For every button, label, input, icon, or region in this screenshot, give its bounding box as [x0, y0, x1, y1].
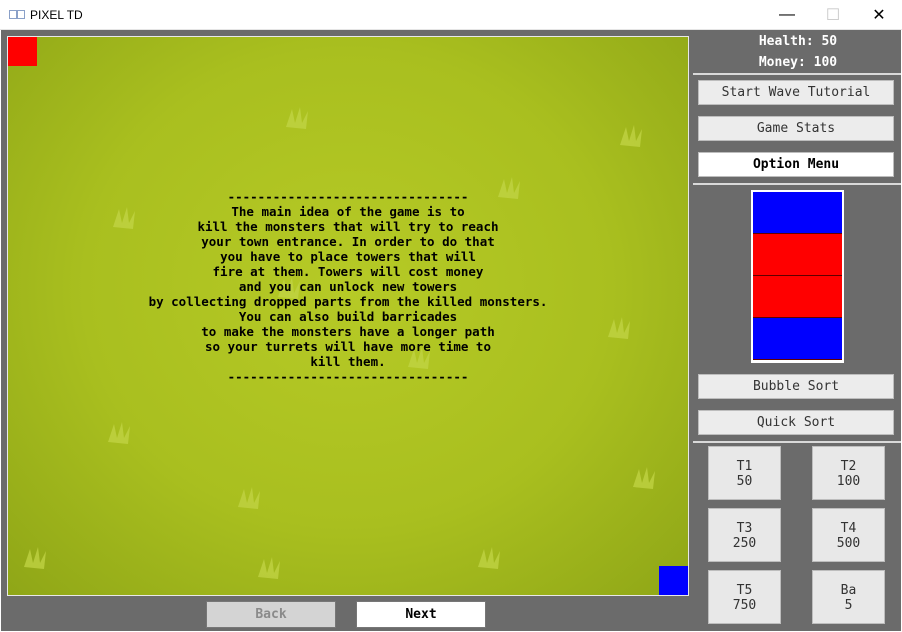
tower-cost: 250: [732, 536, 757, 551]
sort-bar: [753, 234, 842, 276]
tower-name: T5: [736, 583, 753, 598]
minimize-icon: —: [779, 6, 795, 23]
tower-name: T1: [736, 459, 753, 474]
sidebar-divider: [693, 441, 901, 443]
tower-cost: 500: [836, 536, 861, 551]
tower-cost: 50: [736, 474, 753, 489]
tower-t3-button[interactable]: T3 250: [708, 508, 781, 562]
health-label: Health: 50: [758, 34, 838, 49]
barricade-button[interactable]: Ba 5: [812, 570, 885, 624]
tutorial-line: --------------------------------: [227, 369, 469, 384]
tower-cost: 750: [732, 598, 757, 613]
money-label: Money: 100: [758, 55, 838, 70]
bubble-sort-button[interactable]: Bubble Sort: [698, 374, 894, 399]
maximize-button[interactable]: ☐: [810, 0, 856, 30]
next-button[interactable]: Next: [356, 601, 486, 628]
tutorial-line: You can also build barricades: [238, 309, 458, 324]
sidebar-divider: [693, 73, 901, 75]
tutorial-line: you have to place towers that will: [220, 249, 476, 264]
tower-t1-button[interactable]: T1 50: [708, 446, 781, 500]
title-bar: PIXEL TD — ☐ ✕: [0, 0, 902, 30]
sort-bar: [753, 318, 842, 360]
game-board[interactable]: -------------------------------- The main…: [7, 36, 689, 596]
tutorial-line: kill the monsters that will try to reach: [197, 219, 499, 234]
tutorial-line: and you can unlock new towers: [238, 279, 458, 294]
tutorial-line: your town entrance. In order to do that: [201, 234, 495, 249]
close-icon: ✕: [872, 7, 886, 24]
tower-t2-button[interactable]: T2 100: [812, 446, 885, 500]
tutorial-text: -------------------------------- The main…: [8, 189, 688, 384]
app-icon: [9, 10, 25, 19]
sort-bar: [753, 192, 842, 234]
sidebar-divider: [693, 183, 901, 185]
tower-name: T3: [736, 521, 753, 536]
tower-t4-button[interactable]: T4 500: [812, 508, 885, 562]
tower-cost: 100: [836, 474, 861, 489]
tutorial-line: by collecting dropped parts from the kil…: [148, 294, 548, 309]
sort-visualizer: [751, 190, 844, 363]
tutorial-line: to make the monsters have a longer path: [201, 324, 495, 339]
maximize-icon: ☐: [825, 7, 841, 24]
minimize-button[interactable]: —: [764, 0, 810, 30]
end-marker: [659, 566, 688, 595]
tower-name: Ba: [840, 583, 857, 598]
start-wave-button[interactable]: Start Wave Tutorial: [698, 80, 894, 105]
tower-cost: 5: [844, 598, 853, 613]
sort-bar: [753, 276, 842, 318]
back-button[interactable]: Back: [206, 601, 336, 628]
tutorial-line: fire at them. Towers will cost money: [212, 264, 484, 279]
option-menu-button[interactable]: Option Menu: [698, 152, 894, 177]
tower-name: T2: [840, 459, 857, 474]
quick-sort-button[interactable]: Quick Sort: [698, 410, 894, 435]
tutorial-line: kill them.: [310, 354, 386, 369]
game-window: -------------------------------- The main…: [1, 30, 901, 631]
game-stats-button[interactable]: Game Stats: [698, 116, 894, 141]
tutorial-line: --------------------------------: [227, 189, 469, 204]
window-title: PIXEL TD: [30, 8, 83, 22]
close-button[interactable]: ✕: [856, 0, 902, 30]
tower-name: T4: [840, 521, 857, 536]
tower-t5-button[interactable]: T5 750: [708, 570, 781, 624]
start-marker: [8, 37, 37, 66]
tutorial-line: The main idea of the game is to: [231, 204, 465, 219]
tutorial-line: so your turrets will have more time to: [205, 339, 491, 354]
